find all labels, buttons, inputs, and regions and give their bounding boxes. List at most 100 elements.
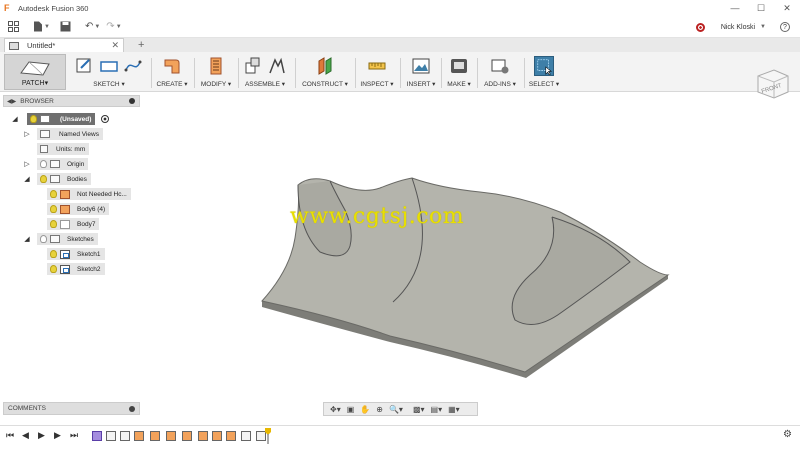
fit-icon[interactable]: 🔍▾ [389,405,403,414]
data-panel-icon[interactable] [8,18,19,36]
modify-group[interactable]: MODIFY ▾ [198,54,234,90]
new-tab-icon[interactable]: + [138,38,144,52]
tree-node-sketches[interactable]: ◢ Sketches [23,233,98,245]
timeline-component-icon[interactable] [92,431,102,441]
joint-icon[interactable] [267,56,287,76]
timeline-feature-icon[interactable] [166,431,176,441]
go-to-end-icon[interactable]: ⏭ [70,430,78,441]
inspect-group[interactable]: INSPECT ▾ [357,54,397,90]
help-icon[interactable]: ? [780,22,790,32]
tree-node-body[interactable]: Body6 (4) [47,203,110,215]
3d-print-icon[interactable] [449,56,469,76]
workspace-switcher[interactable]: PATCH▾ [4,54,66,90]
assemble-group[interactable]: ASSEMBLE ▾ [240,54,290,90]
timeline-feature-icon[interactable] [226,431,236,441]
timeline-feature-icon[interactable] [182,431,192,441]
save-icon[interactable] [60,18,71,36]
visibility-bulb-icon[interactable] [50,190,57,198]
create-group[interactable]: CREATE ▾ [155,54,189,90]
tree-node-named-views[interactable]: ▷ Named Views [23,128,103,140]
visibility-bulb-icon[interactable] [50,265,57,273]
insert-group[interactable]: INSERT ▾ [403,54,439,90]
close-icon[interactable]: ✕ [774,0,800,16]
rectangle-icon[interactable] [99,56,119,76]
step-back-icon[interactable]: ◀ [22,430,29,441]
tree-node-root[interactable]: ◢ (Unsaved) [11,113,110,125]
trim-icon[interactable] [206,56,226,76]
timeline-sketch-icon[interactable] [120,431,130,441]
extrude-surface-icon[interactable] [162,56,182,76]
visibility-bulb-icon[interactable] [50,205,57,213]
create-sketch-icon[interactable] [75,56,95,76]
comments-add-icon[interactable] [129,406,135,412]
browser-header[interactable]: ◀▶ BROWSER [3,95,140,107]
sketch-group[interactable]: SKETCH ▾ [72,54,146,90]
tree-node-bodies[interactable]: ◢ Bodies [23,173,91,185]
display-settings-icon[interactable]: ▩▾ [413,405,425,414]
construct-group[interactable]: CONSTRUCT ▾ [298,54,352,90]
timeline-marker-icon[interactable] [265,428,271,444]
spline-icon[interactable] [123,56,143,76]
add-ins-group[interactable]: ADD-INS ▾ [480,54,520,90]
timeline-feature-icon[interactable] [212,431,222,441]
go-to-start-icon[interactable]: ⏮ [6,430,14,441]
tree-node-body[interactable]: Not Needed Hc... [47,188,131,200]
timeline-feature-icon[interactable] [198,431,208,441]
tree-node-units[interactable]: Units: mm [37,143,90,155]
redo-icon[interactable]: ↷ ▼ [106,18,121,36]
user-menu-chevron-icon[interactable]: ▼ [760,24,766,30]
record-icon[interactable] [695,22,705,32]
browser-pin-icon[interactable] [129,98,135,104]
tab-untitled[interactable]: Untitled* ✕ [4,38,124,52]
viewports-icon[interactable]: ▦▾ [448,405,460,414]
timeline-sketch-icon[interactable] [106,431,116,441]
orbit-icon[interactable]: ✥▾ [330,405,341,414]
maximize-icon[interactable]: ☐ [748,0,774,16]
visibility-bulb-icon[interactable] [40,235,47,243]
tab-close-icon[interactable]: ✕ [111,40,119,51]
expand-arrow-icon[interactable]: ▷ [23,130,31,138]
measure-icon[interactable] [367,56,387,76]
collapse-arrow-icon[interactable]: ◀▶ [7,98,16,105]
timeline-sketch-icon[interactable] [241,431,251,441]
scripts-addins-icon[interactable] [490,56,510,76]
grid-settings-icon[interactable]: ▤▾ [431,405,443,414]
tree-node-sketch[interactable]: Sketch1 [47,248,105,260]
offset-plane-icon[interactable] [315,56,335,76]
tree-node-origin[interactable]: ▷ Origin [23,158,89,170]
tree-node-sketch[interactable]: Sketch2 [47,263,105,275]
pan-icon[interactable]: ✋ [360,405,370,414]
step-forward-icon[interactable]: ▶ [54,430,61,441]
tree-node-body[interactable]: Body7 [47,218,100,230]
insert-image-icon[interactable] [411,56,431,76]
expand-arrow-icon[interactable]: ◢ [11,115,19,123]
timeline-feature-icon[interactable] [150,431,160,441]
visibility-bulb-icon[interactable] [30,115,37,123]
navigation-bar: ✥▾ ▣ ✋ ⊕ 🔍▾ ▩▾ ▤▾ ▦▾ [323,402,478,416]
look-at-icon[interactable]: ▣ [347,405,355,414]
comments-panel[interactable]: COMMENTS [3,402,140,415]
body-icon [60,189,70,199]
visibility-bulb-icon[interactable] [40,160,47,168]
select-group[interactable]: SELECT ▾ [526,54,562,90]
zoom-icon[interactable]: ⊕ [376,405,383,414]
expand-arrow-icon[interactable]: ◢ [23,235,31,243]
select-cursor-icon[interactable] [534,56,554,76]
view-cube[interactable]: FRONT [752,64,792,102]
activate-radio-icon[interactable] [101,115,110,123]
undo-icon[interactable]: ↶ ▼ [85,18,100,36]
visibility-bulb-icon[interactable] [40,175,47,183]
expand-arrow-icon[interactable]: ◢ [23,175,31,183]
visibility-bulb-icon[interactable] [50,250,57,258]
add-ins-label: ADD-INS ▾ [484,81,516,88]
timeline-feature-icon[interactable] [134,431,144,441]
make-group[interactable]: MAKE ▾ [443,54,475,90]
minimize-icon[interactable]: — [722,0,748,16]
visibility-bulb-icon[interactable] [50,220,57,228]
expand-arrow-icon[interactable]: ▷ [23,160,31,168]
file-menu-icon[interactable]: ▼ [33,18,50,36]
new-component-icon[interactable] [243,56,263,76]
play-icon[interactable]: ▶ [38,430,45,441]
timeline-settings-gear-icon[interactable]: ⚙ [783,429,792,440]
user-name[interactable]: Nick Kloski [721,24,755,31]
